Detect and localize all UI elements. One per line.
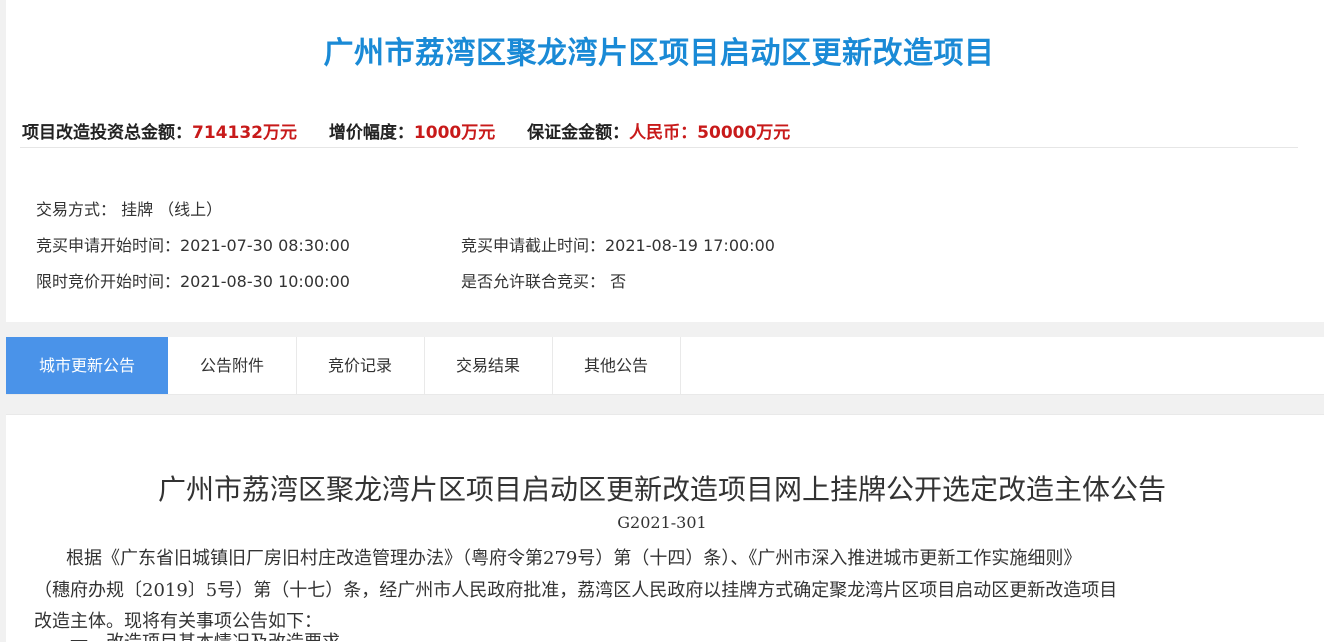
trade-method: 交易方式： 挂牌 （线上） <box>36 200 223 219</box>
increment-value: 1000万元 <box>413 123 496 143</box>
notice-paragraph-line-2: （穗府办规〔2019〕5号）第（十七）条，经广州市人民政府批准，荔湾区人民政府以… <box>34 580 1118 601</box>
summary-divider <box>20 147 1298 148</box>
apply-end-time: 竞买申请截止时间：2021-08-19 17:00:00 <box>461 236 775 255</box>
tab-other-notices[interactable]: 其他公告 <box>552 337 681 394</box>
investment-value: 714132万元 <box>192 123 297 143</box>
joint-bid-allowed: 是否允许联合竞买： 否 <box>461 272 627 291</box>
notice-paragraph-line-1: 根据《广东省旧城镇旧厂房旧村庄改造管理办法》（粤府令第279号）第（十四）条）、… <box>66 548 1082 569</box>
apply-start-time: 竞买申请开始时间：2021-07-30 08:30:00 <box>36 236 350 255</box>
notice-title: 广州市荔湾区聚龙湾片区项目启动区更新改造项目网上挂牌公开选定改造主体公告 <box>157 473 1166 506</box>
tab-notice-attachments[interactable]: 公告附件 <box>168 337 297 394</box>
increment-label: 增价幅度： <box>328 123 414 143</box>
deposit-amount: 保证金金额：人民币：50000万元 <box>527 123 790 143</box>
deposit-label: 保证金金额： <box>527 123 630 143</box>
investment-amount: 项目改造投资总金额：714132万元 <box>22 123 297 143</box>
page: 广州市荔湾区聚龙湾片区项目启动区更新改造项目 项目改造投资总金额：714132万… <box>0 0 1324 642</box>
tab-city-renewal-notice[interactable]: 城市更新公告 <box>6 337 168 394</box>
tab-trade-results[interactable]: 交易结果 <box>424 337 553 394</box>
deposit-value: 人民币：50000万元 <box>629 123 791 143</box>
tabs-bar: 城市更新公告 公告附件 竞价记录 交易结果 其他公告 <box>6 337 1324 395</box>
notice-code: G2021-301 <box>617 513 707 532</box>
investment-label: 项目改造投资总金额： <box>22 123 192 143</box>
project-title: 广州市荔湾区聚龙湾片区项目启动区更新改造项目 <box>323 36 995 71</box>
bid-start-time: 限时竞价开始时间：2021-08-30 10:00:00 <box>36 272 350 291</box>
summary-row: 项目改造投资总金额：714132万元 增价幅度：1000万元 保证金金额：人民币… <box>22 118 816 143</box>
tab-bid-records[interactable]: 竞价记录 <box>296 337 425 394</box>
increment-amount: 增价幅度：1000万元 <box>329 123 495 143</box>
notice-paragraph-line-4: 一、改造项目基本情况及改造要求 <box>70 628 370 641</box>
